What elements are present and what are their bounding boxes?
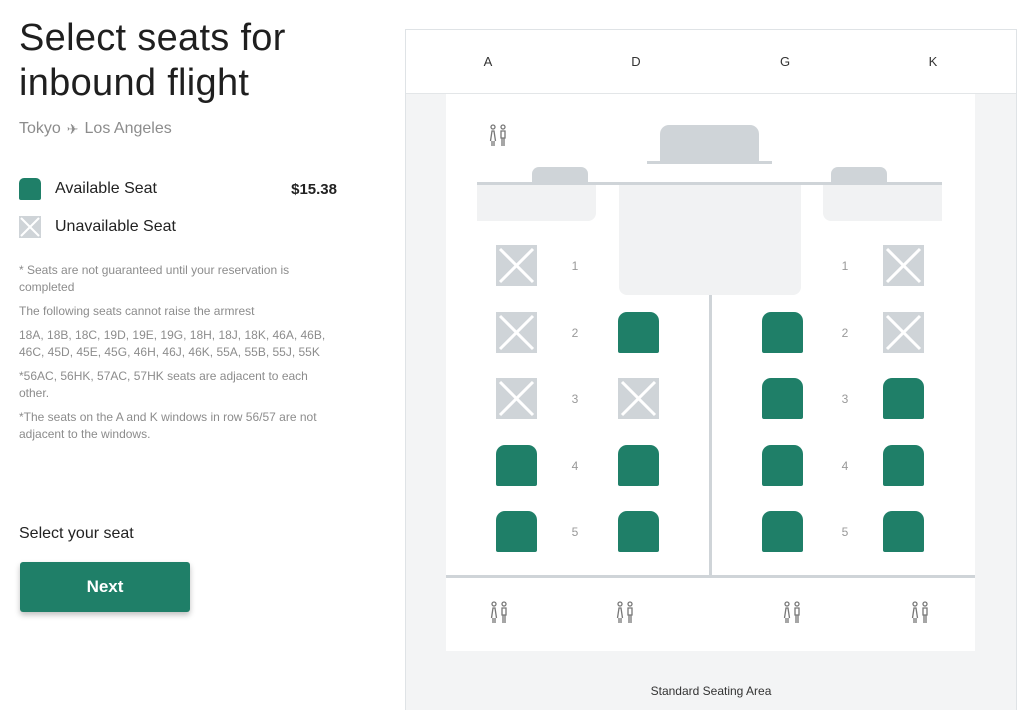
lavatory-icon [911, 601, 928, 623]
seat-5A[interactable] [496, 511, 537, 552]
seat-5D[interactable] [618, 511, 659, 552]
select-seat-prompt: Select your seat [19, 525, 134, 542]
seat-4A[interactable] [496, 445, 537, 486]
lavatory-icon [489, 124, 506, 146]
page-title: Select seats for inbound flight [19, 17, 286, 104]
column-label-k: K [928, 54, 938, 69]
partition-left [477, 185, 596, 221]
seat-2G[interactable] [762, 312, 803, 353]
column-label-d: D [631, 54, 641, 69]
note-adjacent-seats: *56AC, 56HK, 57AC, 57HK seats are adjace… [19, 369, 308, 400]
row-number: 3 [841, 392, 849, 406]
seat-3G[interactable] [762, 378, 803, 419]
row-number: 1 [841, 259, 849, 273]
row-number: 4 [841, 459, 849, 473]
seat-4D[interactable] [618, 445, 659, 486]
cabin-end-line [446, 575, 975, 578]
route-destination: Los Angeles [84, 120, 172, 137]
legend-unavailable: Unavailable Seat [19, 216, 176, 238]
left-panel: Select seats for inbound flight Tokyo ✈ … [0, 0, 360, 710]
seat-2A [496, 312, 537, 353]
unavailable-seat-swatch [19, 216, 41, 238]
lavatory-icon [783, 601, 800, 623]
row-number: 5 [841, 525, 849, 539]
seat-3K[interactable] [883, 378, 924, 419]
seat-4K[interactable] [883, 445, 924, 486]
seat-3D [618, 378, 659, 419]
legend-available-label: Available Seat [55, 180, 157, 197]
row-number: 2 [571, 326, 579, 340]
seat-1A [496, 245, 537, 286]
seat-notes: * Seats are not guaranteed until your re… [19, 262, 337, 450]
route: Tokyo ✈ Los Angeles [19, 120, 172, 138]
note-armrest-heading: The following seats cannot raise the arm… [19, 304, 255, 318]
seat-2D[interactable] [618, 312, 659, 353]
legend-available: Available Seat $15.38 [19, 178, 337, 200]
seat-3A [496, 378, 537, 419]
seat-column-header: A D G K [406, 30, 1016, 94]
note-armrest-seats: 18A, 18B, 18C, 19D, 19E, 19G, 18H, 18J, … [19, 328, 326, 359]
seat-1K [883, 245, 924, 286]
route-origin: Tokyo [19, 120, 61, 137]
row-number: 2 [841, 326, 849, 340]
row-number: 3 [571, 392, 579, 406]
note-guarantee: * Seats are not guaranteed until your re… [19, 263, 290, 294]
cabin-layout: 1 2 3 4 5 1 2 3 4 5 [446, 94, 975, 651]
seat-4G[interactable] [762, 445, 803, 486]
seat-5G[interactable] [762, 511, 803, 552]
partition-right [823, 185, 942, 221]
lavatory-icon [616, 601, 633, 623]
column-label-a: A [483, 54, 493, 69]
aisle-divider [709, 295, 712, 576]
seat-5K[interactable] [883, 511, 924, 552]
lavatory-icon [490, 601, 507, 623]
row-number: 4 [571, 459, 579, 473]
next-button[interactable]: Next [20, 562, 190, 612]
row-number: 5 [571, 525, 579, 539]
galley-block [660, 125, 759, 163]
available-seat-swatch [19, 178, 41, 200]
note-window-seats: *The seats on the A and K windows in row… [19, 410, 317, 441]
legend-unavailable-label: Unavailable Seat [55, 218, 176, 235]
seat-price: $15.38 [291, 180, 337, 198]
center-console [619, 185, 801, 295]
row-number: 1 [571, 259, 579, 273]
column-label-g: G [779, 54, 791, 69]
galley-base [647, 161, 772, 164]
seat-map: A D G K 1 2 3 4 5 1 2 3 4 5 Standard Sea… [405, 29, 1017, 710]
seat-2K [883, 312, 924, 353]
airplane-icon: ✈ [66, 120, 79, 137]
seating-area-label: Standard Seating Area [650, 684, 772, 698]
